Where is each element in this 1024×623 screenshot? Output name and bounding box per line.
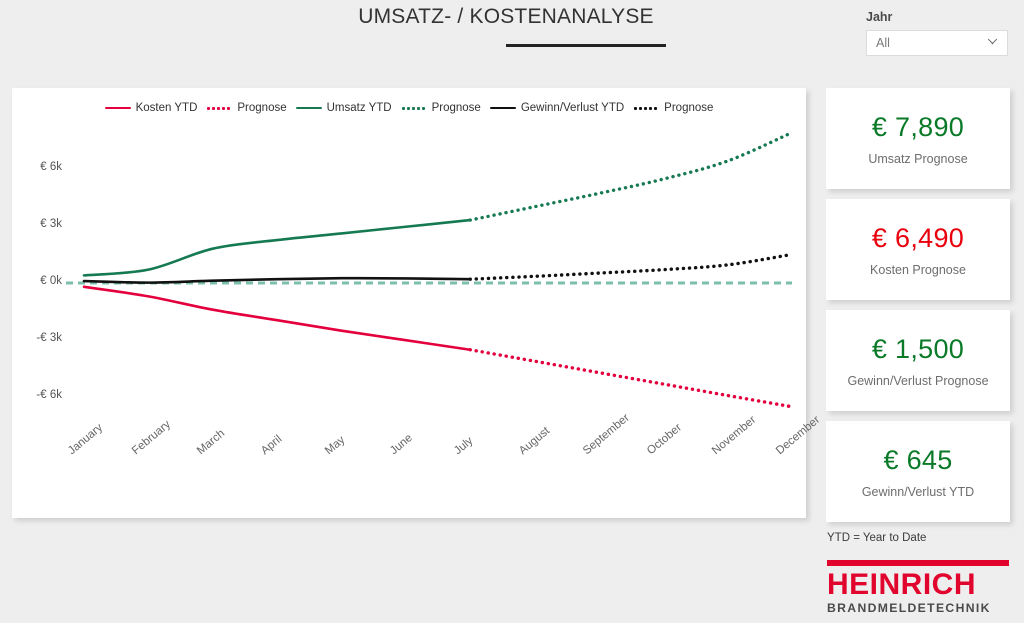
series-line — [82, 218, 472, 277]
series-line — [82, 276, 472, 284]
kpi-card-umsatz-prognose[interactable]: € 7,890 Umsatz Prognose — [826, 88, 1010, 189]
kpi-card-gewinn-verlust-ytd[interactable]: € 645 Gewinn/Verlust YTD — [826, 421, 1010, 522]
kpi-value: € 645 — [883, 444, 953, 475]
kpi-label: Kosten Prognose — [870, 262, 966, 277]
kpi-label: Gewinn/Verlust YTD — [861, 484, 975, 499]
logo-subtitle: BRANDMELDETECHNIK — [827, 601, 991, 615]
series-line — [82, 285, 472, 352]
kpi-value: € 7,890 — [871, 111, 965, 142]
series-line — [468, 348, 794, 409]
kpi-card-kosten-prognose[interactable]: € 6,490 Kosten Prognose — [826, 199, 1010, 300]
title-underline — [506, 44, 666, 47]
year-slicer-dropdown[interactable]: All — [866, 30, 1008, 56]
series-line — [468, 252, 794, 281]
y-axis-tick-label: € 3k — [40, 217, 62, 230]
year-slicer: Jahr All — [866, 10, 1008, 56]
kpi-value: € 6,490 — [871, 222, 965, 253]
chart-plot-area: € 6k € 3k € 0k -€ 3k -€ 6k January February Mar… — [12, 88, 822, 518]
chart-card: Kosten YTD Prognose Umsatz YTD Prognose Gewi… — [12, 88, 822, 518]
y-axis-tick-label: € 0k — [40, 275, 62, 287]
y-axis-tick-label: € 6k — [40, 160, 62, 173]
company-logo: HEINRICH BRANDMELDETECHNIK — [827, 560, 1009, 614]
series-line — [468, 130, 794, 222]
kpi-label: Umsatz Prognose — [868, 151, 968, 166]
page-title: UMSATZ- / KOSTENANALYSE — [358, 5, 654, 28]
year-slicer-value: All — [876, 36, 890, 50]
kpi-value: € 1,500 — [871, 333, 965, 364]
logo-name: HEINRICH — [827, 568, 977, 601]
logo-bar — [827, 560, 1009, 566]
footnote-ytd: YTD = Year to Date — [827, 532, 927, 544]
y-axis-tick-label: -€ 6k — [36, 389, 62, 402]
chart-svg — [66, 130, 794, 409]
dashboard-root: UMSATZ- / KOSTENANALYSE Jahr All Kosten … — [0, 0, 1024, 623]
y-axis-tick-label: -€ 3k — [36, 332, 62, 345]
chevron-down-icon — [988, 40, 997, 49]
year-slicer-label: Jahr — [866, 10, 893, 24]
kpi-card-gewinn-verlust-prognose[interactable]: € 1,500 Gewinn/Verlust Prognose — [826, 310, 1010, 411]
kpi-label: Gewinn/Verlust Prognose — [847, 373, 989, 388]
